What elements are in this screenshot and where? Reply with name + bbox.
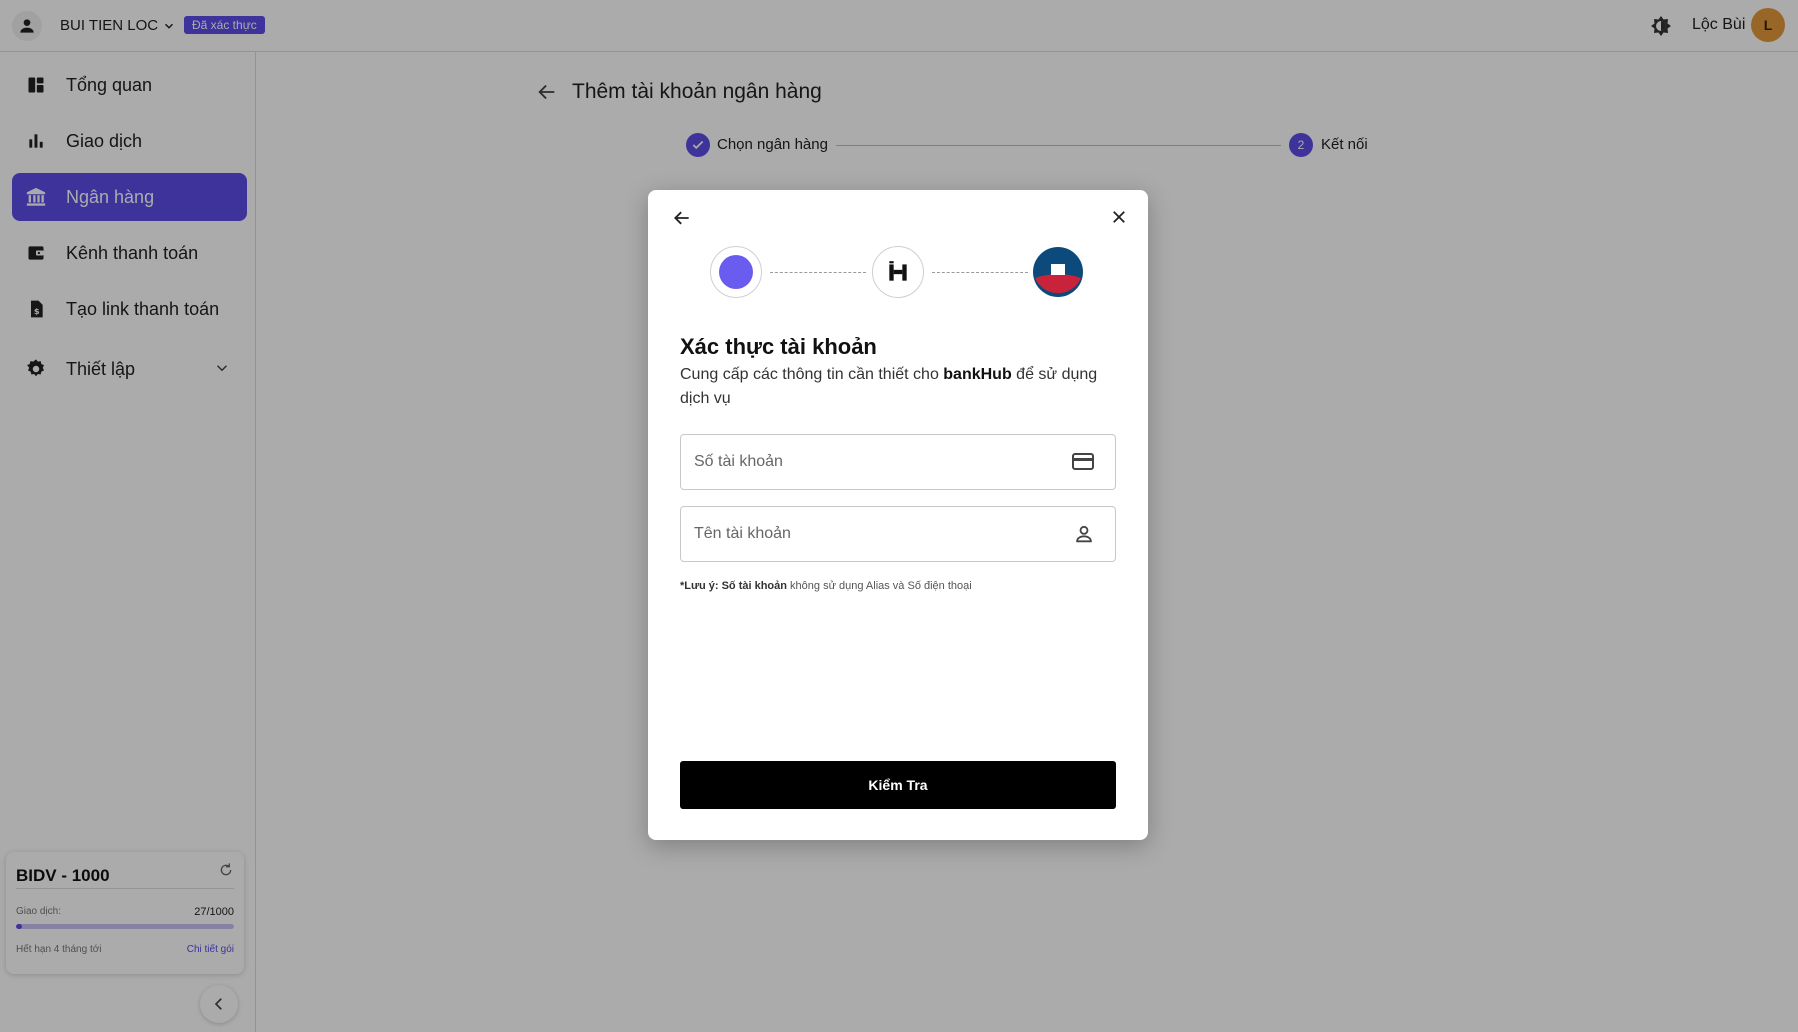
dialog-heading: Xác thực tài khoản xyxy=(680,334,877,359)
note-text: không sử dụng Alias và Số điện thoại xyxy=(786,580,972,592)
note-bold: Số tài khoản xyxy=(721,580,787,592)
bankhub-logo-icon xyxy=(872,246,924,298)
credit-card-icon xyxy=(1071,451,1095,473)
dialog-description: Cung cấp các thông tin cần thiết cho ban… xyxy=(680,363,1110,411)
close-icon[interactable] xyxy=(1110,208,1128,226)
account-number-input[interactable] xyxy=(694,435,1054,489)
bank-logo-icon xyxy=(1032,246,1084,298)
brand-name: bankHub xyxy=(943,366,1012,383)
app-logo-dot xyxy=(719,255,753,289)
check-button[interactable]: Kiểm Tra xyxy=(680,761,1116,809)
account-name-field[interactable] xyxy=(680,506,1116,562)
person-icon xyxy=(1073,523,1095,545)
connector-line xyxy=(932,272,1028,273)
account-note: *Lưu ý: Số tài khoản không sử dụng Alias… xyxy=(680,580,972,592)
account-name-input[interactable] xyxy=(694,507,1054,561)
note-prefix: *Lưu ý: xyxy=(680,580,722,592)
app-logo xyxy=(710,246,762,298)
verify-account-dialog: Xác thực tài khoản Cung cấp các thông ti… xyxy=(648,190,1148,840)
connector-line xyxy=(770,272,866,273)
back-arrow-icon[interactable] xyxy=(672,208,692,228)
desc-text: Cung cấp các thông tin cần thiết cho xyxy=(680,366,944,383)
account-number-field[interactable] xyxy=(680,434,1116,490)
